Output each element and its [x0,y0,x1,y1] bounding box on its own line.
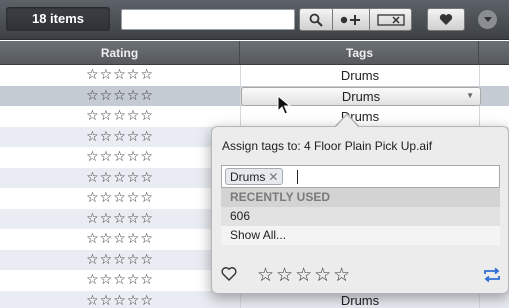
add-tag-button[interactable] [333,8,370,31]
popover-title: Assign tags to: 4 Floor Plain Pick Up.ai… [222,139,433,153]
search-icon [309,13,323,27]
tag-chip-label: Drums [230,169,266,184]
toolbar: 18 items [0,0,509,40]
sync-icon[interactable] [483,267,501,283]
tags-cell[interactable]: Drums [241,65,479,86]
popover-arrow-fill [335,115,359,128]
table-row[interactable]: ☆☆☆☆☆ Drums [0,65,509,86]
rating-stars[interactable]: ☆☆☆☆☆ [86,129,154,145]
mouse-pointer-icon [277,95,291,115]
rating-cell[interactable]: ☆☆☆☆☆ [0,86,240,107]
rating-stars[interactable]: ☆☆☆☆☆ [257,264,352,286]
rating-stars[interactable]: ☆☆☆☆☆ [86,88,154,104]
rating-stars[interactable]: ☆☆☆☆☆ [86,108,154,124]
popover-footer: ☆☆☆☆☆ [221,264,501,286]
text-caret [297,170,298,184]
tags-column-header[interactable]: Tags [241,41,479,65]
clear-tag-button[interactable] [370,8,412,31]
tag-label: Drums [340,293,380,308]
rating-cell[interactable]: ☆☆☆☆☆ [0,250,240,271]
menu-chevron-icon [483,16,492,22]
suggestion-item[interactable]: 606 [221,207,500,226]
heart-icon [439,14,453,25]
rating-stars[interactable]: ☆☆☆☆☆ [86,211,154,227]
rating-stars[interactable]: ☆☆☆☆☆ [86,293,154,308]
search-button[interactable] [299,8,333,31]
clear-tag-icon [376,13,405,26]
favorites-button[interactable] [427,8,465,31]
rating-cell[interactable]: ☆☆☆☆☆ [0,127,240,148]
recently-used-header: RECENTLY USED [221,188,500,207]
dropdown-arrow-icon: ▼ [466,91,474,100]
tag-label: Drums [340,67,380,83]
tag-chip[interactable]: Drums ✕ [225,168,284,185]
column-header: Rating Tags [0,41,509,65]
items-count-badge: 18 items [6,7,110,31]
favorite-heart-icon[interactable] [221,266,237,282]
rating-cell[interactable]: ☆☆☆☆☆ [0,106,240,127]
remove-tag-icon[interactable]: ✕ [268,170,278,184]
rating-cell[interactable]: ☆☆☆☆☆ [0,209,240,230]
tag-dropdown-value: Drums [341,89,381,104]
rating-stars[interactable]: ☆☆☆☆☆ [86,272,154,288]
rating-cell[interactable]: ☆☆☆☆☆ [0,270,240,291]
assign-tags-popover: Assign tags to: 4 Floor Plain Pick Up.ai… [211,126,509,294]
rating-cell[interactable]: ☆☆☆☆☆ [0,188,240,209]
search-input[interactable] [121,9,295,30]
table-row[interactable]: ☆☆☆☆☆ Drums [0,106,509,127]
rating-stars[interactable]: ☆☆☆☆☆ [86,231,154,247]
rating-stars[interactable]: ☆☆☆☆☆ [86,67,154,83]
rating-cell[interactable]: ☆☆☆☆☆ [0,229,240,250]
show-all-item[interactable]: Show All... [221,226,500,245]
options-menu-button[interactable] [478,10,497,29]
add-tag-icon [340,14,360,25]
rating-stars[interactable]: ☆☆☆☆☆ [86,190,154,206]
rating-column-header[interactable]: Rating [0,41,240,65]
tag-suggestions: RECENTLY USED 606 Show All... [221,188,500,245]
rating-stars[interactable]: ☆☆☆☆☆ [86,149,154,165]
rating-stars[interactable]: ☆☆☆☆☆ [86,252,154,268]
rating-cell[interactable]: ☆☆☆☆☆ [0,65,240,86]
tag-entry-field[interactable]: Drums ✕ [221,165,500,188]
rating-cell[interactable]: ☆☆☆☆☆ [0,147,240,168]
rating-cell[interactable]: ☆☆☆☆☆ [0,168,240,189]
rating-stars[interactable]: ☆☆☆☆☆ [86,170,154,186]
rating-cell[interactable]: ☆☆☆☆☆ [0,291,240,308]
